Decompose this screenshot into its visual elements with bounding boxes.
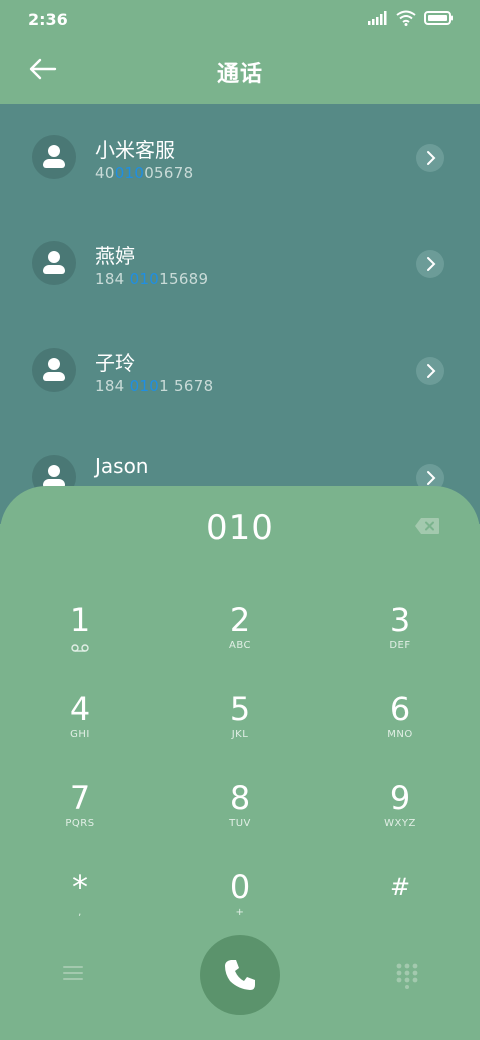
contact-detail-button[interactable] (416, 357, 444, 385)
page-title: 通话 (216, 62, 263, 87)
avatar (32, 135, 76, 179)
dialpad-sheet: 010 1 2 ABC 3 DEF 4 GHI 5 JKL 6 MNO 7 PQ… (0, 486, 480, 1040)
key-6[interactable]: 6 MNO (340, 691, 460, 771)
backspace-icon (415, 518, 439, 534)
contact-name: 小米客服 (95, 138, 175, 162)
number-match: 010 (129, 270, 160, 288)
key-5[interactable]: 5 JKL (180, 691, 300, 771)
contact-number: 184 0101 5678 (95, 377, 214, 395)
key-1[interactable]: 1 (20, 602, 140, 682)
dialpad-toggle-button[interactable] (396, 963, 418, 989)
key-7[interactable]: 7 PQRS (20, 780, 140, 860)
key-hash[interactable]: # (340, 869, 460, 949)
contact-row[interactable]: 燕婷 184 01015689 (0, 210, 480, 316)
contact-number: 4001005678 (95, 164, 194, 182)
wifi-icon (396, 10, 416, 26)
phone-icon (225, 960, 255, 990)
key-8[interactable]: 8 TUV (180, 780, 300, 860)
chevron-right-icon (427, 364, 436, 378)
person-icon (48, 145, 60, 157)
contact-name: Jason (95, 454, 149, 478)
backspace-button[interactable] (414, 517, 440, 535)
status-time: 2:36 (28, 10, 68, 29)
person-icon (48, 251, 60, 263)
app-header: 通话 (0, 40, 480, 104)
chevron-right-icon (427, 151, 436, 165)
menu-icon (63, 966, 83, 980)
person-icon (48, 465, 60, 477)
key-3[interactable]: 3 DEF (340, 602, 460, 682)
contact-name: 子玲 (95, 351, 135, 375)
contact-results-list: 小米客服 4001005678 燕婷 184 01015689 子玲 184 0… (0, 104, 480, 524)
contact-row[interactable]: 子玲 184 0101 5678 (0, 317, 480, 423)
key-9[interactable]: 9 WXYZ (340, 780, 460, 860)
dialed-number-display: 010 (206, 508, 274, 548)
number-match: 010 (114, 164, 145, 182)
dialpad-icon (396, 963, 418, 989)
signal-icon (368, 11, 387, 25)
key-2[interactable]: 2 ABC (180, 602, 300, 682)
contact-row[interactable]: 小米客服 4001005678 (0, 104, 480, 210)
voicemail-icon (71, 644, 89, 652)
chevron-right-icon (427, 257, 436, 271)
number-match: 010 (129, 377, 160, 395)
key-star[interactable]: * , (20, 869, 140, 949)
battery-icon (424, 11, 453, 25)
contact-detail-button[interactable] (416, 250, 444, 278)
call-button[interactable] (200, 935, 280, 1015)
key-4[interactable]: 4 GHI (20, 691, 140, 771)
contact-name: 燕婷 (95, 244, 135, 268)
person-icon (48, 358, 60, 370)
avatar (32, 241, 76, 285)
menu-button[interactable] (62, 964, 84, 982)
status-icons (368, 10, 454, 26)
avatar (32, 348, 76, 392)
contact-number: 184 01015689 (95, 270, 209, 288)
contact-detail-button[interactable] (416, 144, 444, 172)
status-bar: 2:36 (0, 0, 480, 40)
